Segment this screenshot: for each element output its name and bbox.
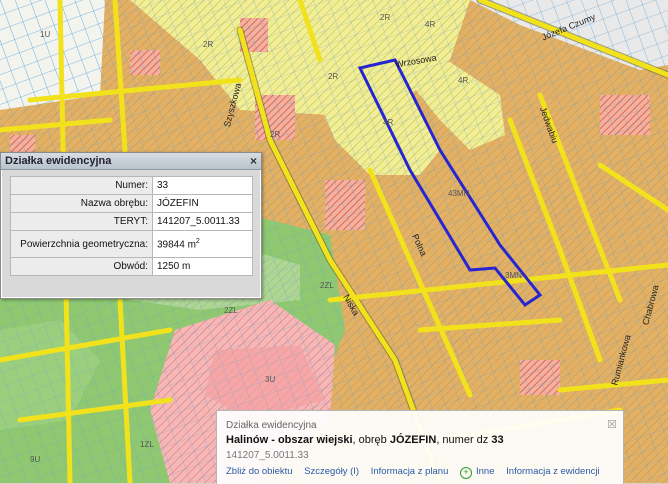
- plus-icon[interactable]: +: [460, 467, 472, 479]
- table-row: Obwód: 1250 m: [10, 257, 253, 276]
- map-zone-label: 3MN: [505, 271, 522, 280]
- zoom-to-object-link[interactable]: Zbliż do obiektu: [226, 466, 293, 477]
- panel-title: Działka ewidencyjna: [5, 155, 112, 167]
- table-row: TERYT: 141207_5.0011.33: [10, 212, 253, 231]
- summary-separator: , numer dz: [436, 434, 492, 446]
- map-zone-label: 9U: [30, 455, 41, 464]
- gmina-name: Halinów - obszar wiejski: [226, 434, 353, 446]
- map-zone-label: 2ZL: [320, 281, 334, 290]
- registry-info-link[interactable]: Informacja z ewidencji: [506, 466, 599, 477]
- table-row: Powierzchnia geometryczna: 39844 m2: [10, 230, 253, 258]
- attribute-table: Numer: 33 Nazwa obrębu: JÓZEFIN TERYT: 1…: [10, 176, 253, 276]
- teryt-id: 141207_5.0011.33: [226, 450, 309, 461]
- table-row: Numer: 33: [10, 176, 253, 195]
- summary-separator: , obręb: [352, 434, 390, 446]
- action-links: Zbliż do obiektu Szczegóły (I) Informacj…: [226, 466, 609, 479]
- attr-value-perimeter: 1250 m: [152, 257, 253, 276]
- map-zone-label: 1U: [40, 30, 51, 39]
- area-value: 39844 m: [157, 239, 196, 251]
- attr-label-obreb: Nazwa obrębu:: [10, 194, 153, 213]
- attr-value-teryt: 141207_5.0011.33: [152, 212, 253, 231]
- attr-value-area: 39844 m2: [152, 230, 253, 258]
- panel-body: Numer: 33 Nazwa obrębu: JÓZEFIN TERYT: 1…: [2, 170, 260, 297]
- map-zone-label: 2R: [270, 130, 281, 139]
- map-zone-label: 2ZL: [224, 306, 238, 315]
- close-icon[interactable]: ☒: [607, 418, 617, 431]
- parcel-info-panel: Działka ewidencyjna × Numer: 33 Nazwa ob…: [0, 152, 262, 299]
- attr-label-numer: Numer:: [10, 176, 153, 195]
- map-zone-label: 4R: [425, 20, 436, 29]
- area-unit-exponent: 2: [195, 237, 200, 245]
- attr-value-numer: 33: [152, 176, 253, 195]
- attr-label-area: Powierzchnia geometryczna:: [10, 230, 153, 258]
- parcel-number: 33: [491, 434, 504, 446]
- map-zone-label: 3U: [265, 375, 276, 384]
- details-link[interactable]: Szczegóły (I): [304, 466, 359, 477]
- table-row: Nazwa obrębu: JÓZEFIN: [10, 194, 253, 213]
- attr-label-teryt: TERYT:: [10, 212, 153, 231]
- attr-value-obreb: JÓZEFIN: [152, 194, 253, 213]
- map-zone-label: 43MN: [448, 189, 470, 198]
- info-box-title: Działka ewidencyjna: [226, 420, 317, 431]
- map-zone-label: 2R: [328, 72, 339, 81]
- parcel-summary: Halinów - obszar wiejski, obręb JÓZEFIN,…: [226, 434, 504, 446]
- map-zone-label: 4R: [383, 118, 394, 127]
- obreb-name: JÓZEFIN: [389, 434, 437, 446]
- map-zone-label: 4R: [458, 76, 469, 85]
- close-icon[interactable]: ×: [250, 153, 257, 169]
- map-zone-label: 1ZL: [140, 440, 154, 449]
- identify-result-box: Działka ewidencyjna ☒ Halinów - obszar w…: [216, 410, 624, 484]
- panel-header[interactable]: Działka ewidencyjna ×: [1, 153, 261, 170]
- other-link[interactable]: Inne: [476, 466, 495, 477]
- plan-info-link[interactable]: Informacja z planu: [371, 466, 449, 477]
- map-zone-label: 2R: [380, 13, 391, 22]
- map-zone-label: 2R: [203, 40, 214, 49]
- attr-label-perimeter: Obwód:: [10, 257, 153, 276]
